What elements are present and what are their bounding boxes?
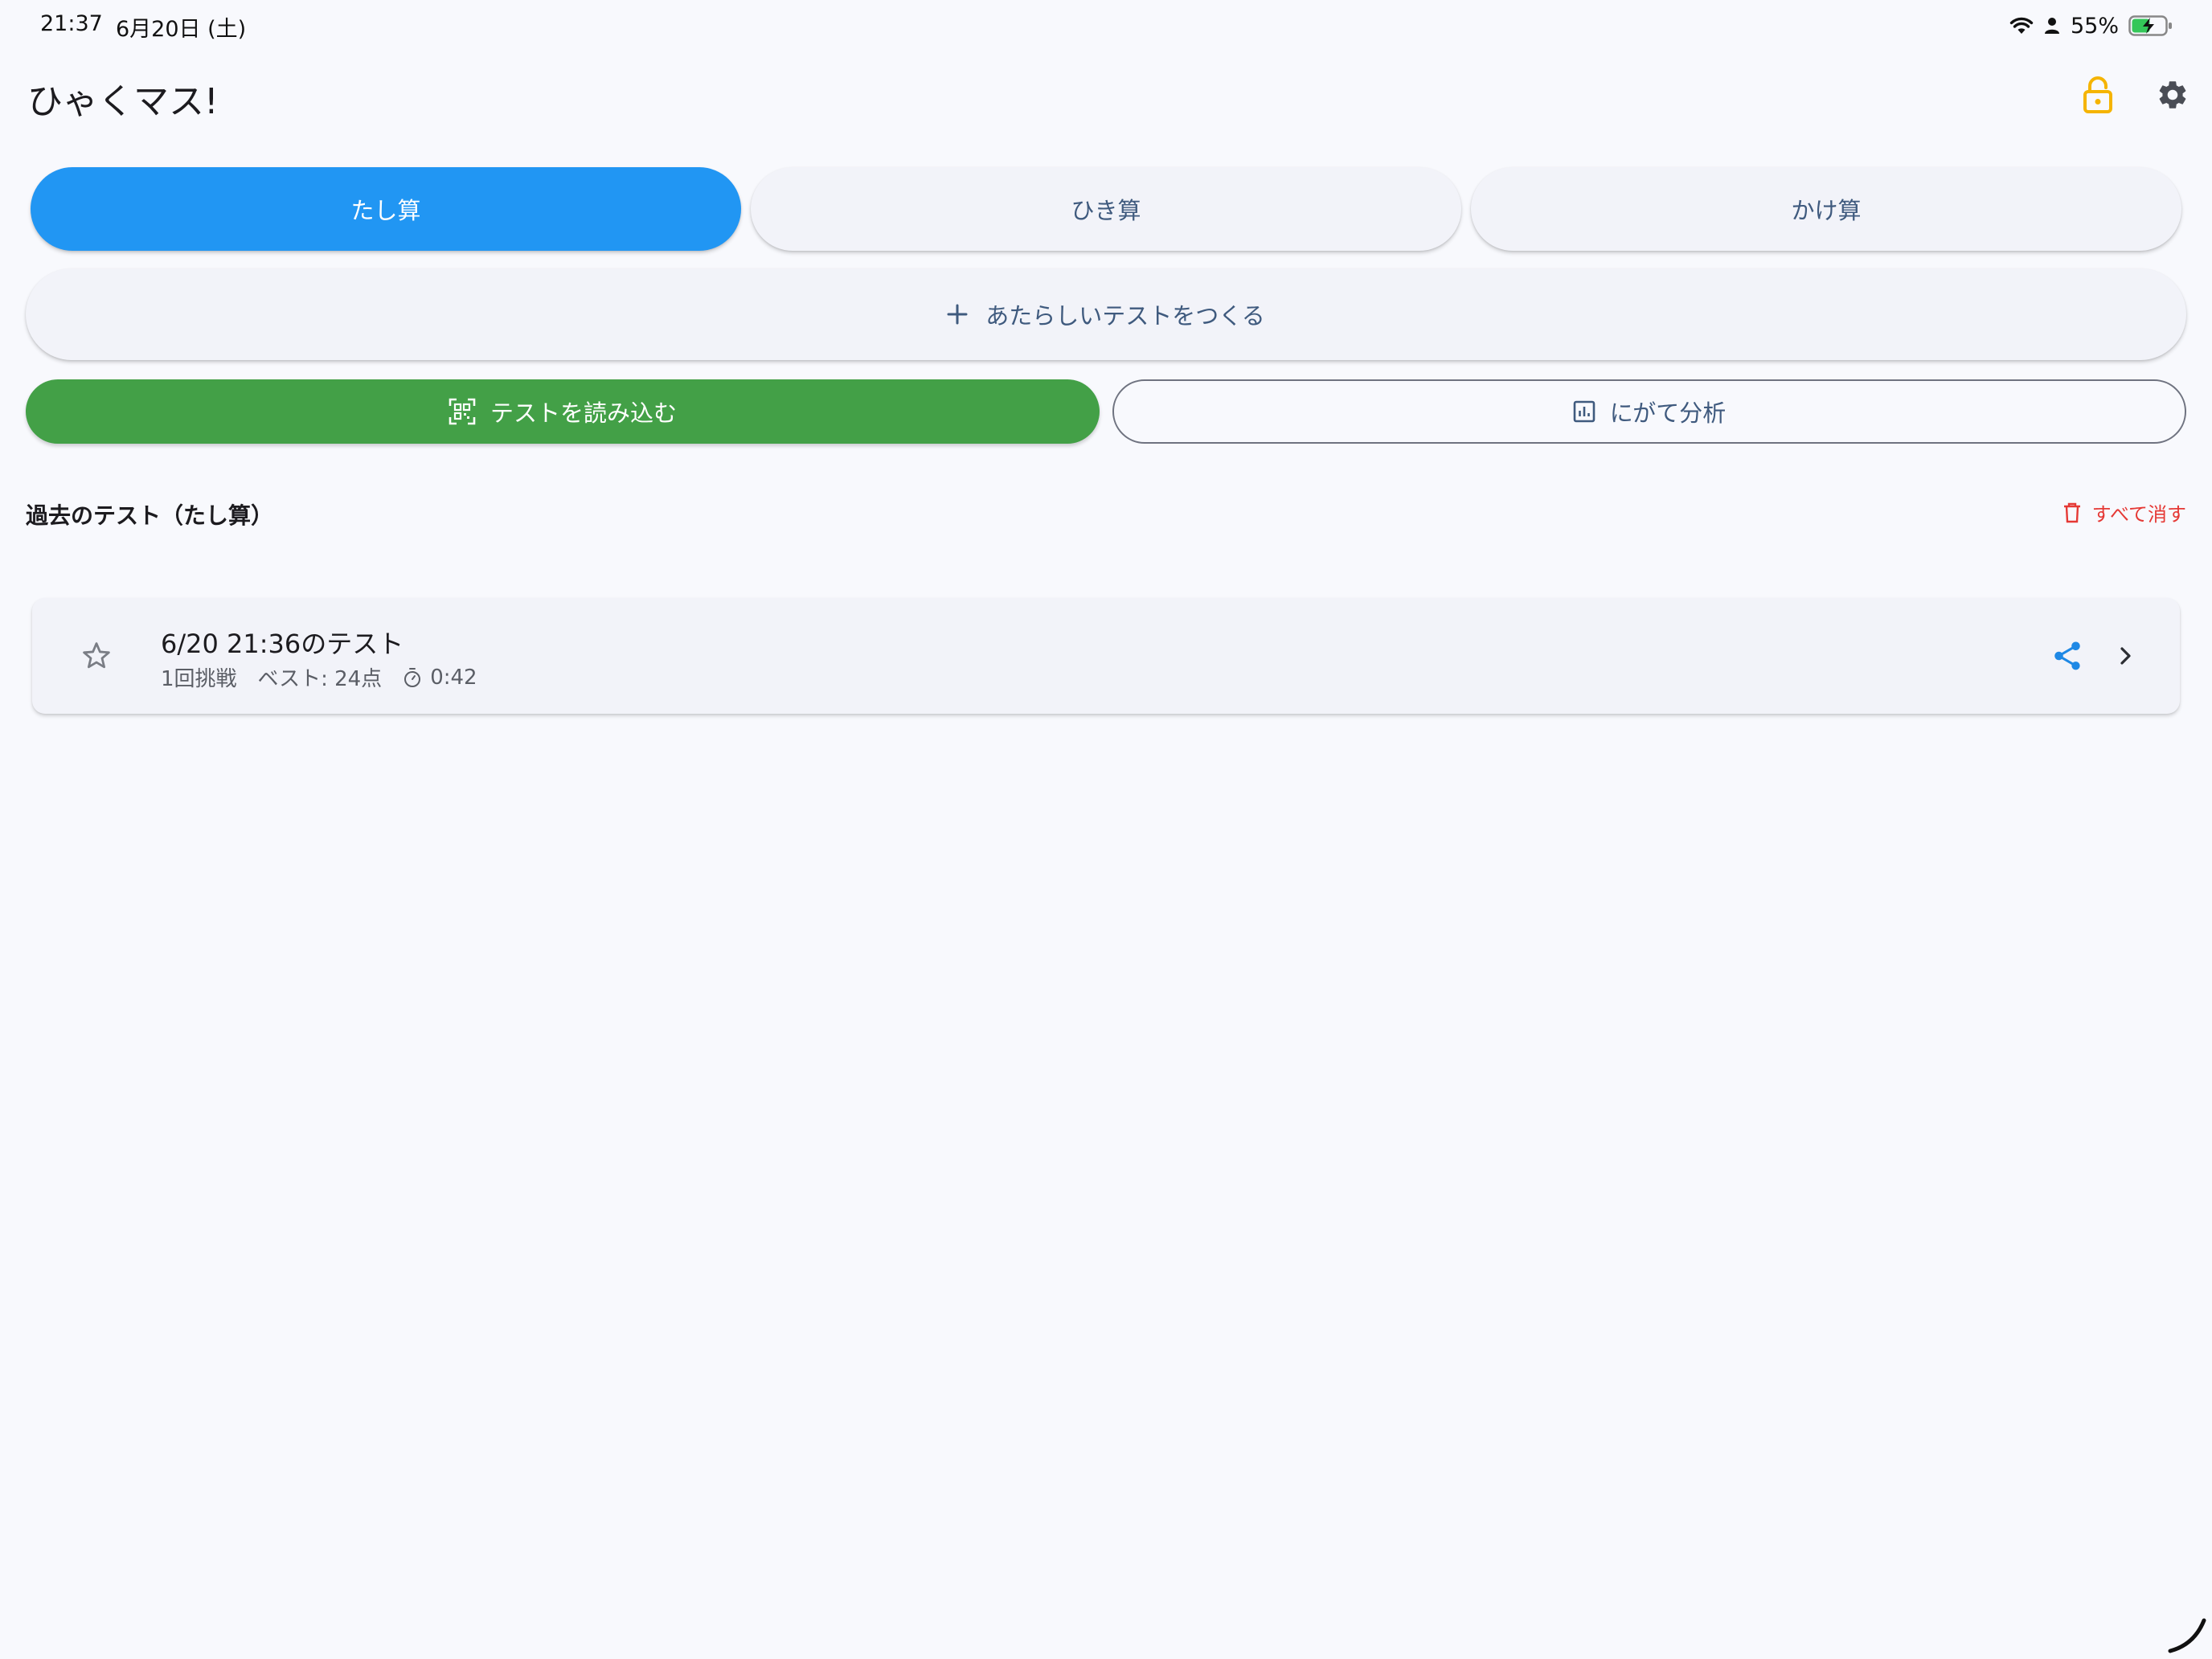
chart-icon (1573, 400, 1596, 423)
clear-all-label: すべて消す (2091, 503, 2186, 526)
status-bar: 21:37 6月20日 (土) 55% (0, 0, 2212, 51)
share-button[interactable] (2043, 632, 2091, 680)
new-test-label: あたらしいテストをつくる (985, 302, 1265, 330)
history-section-title: 過去のテスト（たし算） (26, 502, 274, 529)
battery-percent: 55% (2070, 13, 2119, 39)
star-outline-icon (83, 642, 110, 669)
tab-addition[interactable]: たし算 (31, 167, 741, 251)
app-screen: 21:37 6月20日 (土) 55% ひゃくマス! たし算 ひき算 かけ算 あ… (0, 0, 2212, 1659)
qr-scan-icon (449, 398, 476, 425)
attempt-count: 1回挑戦 (161, 667, 237, 691)
tab-multiplication[interactable]: かけ算 (1471, 167, 2181, 251)
person-icon (2043, 16, 2061, 35)
scan-test-button[interactable]: テストを読み込む (26, 379, 1100, 444)
status-time: 21:37 (40, 11, 103, 36)
list-item[interactable]: 6/20 21:36のテスト 1回挑戦 ベスト: 24点 0:42 (32, 598, 2180, 714)
wifi-icon (2009, 16, 2034, 35)
scan-test-label: テストを読み込む (490, 399, 677, 427)
lock-open-icon (2083, 76, 2112, 113)
trash-icon (2063, 502, 2080, 522)
status-date: 6月20日 (土) (116, 17, 247, 42)
battery-charging-icon (2128, 14, 2173, 37)
elapsed-time: 0:42 (430, 665, 477, 690)
test-title: 6/20 21:36のテスト (161, 629, 404, 659)
settings-button[interactable] (2152, 74, 2194, 116)
share-icon (2054, 641, 2080, 670)
best-score: ベスト: 24点 (257, 667, 383, 691)
weakness-analysis-button[interactable]: にがて分析 (1112, 379, 2186, 444)
open-test-button[interactable] (2101, 632, 2149, 680)
app-title: ひゃくマス! (27, 81, 219, 122)
test-meta: 1回挑戦 ベスト: 24点 0:42 (161, 662, 477, 692)
favorite-button[interactable] (74, 633, 119, 678)
new-test-button[interactable]: あたらしいテストをつくる (26, 268, 2186, 360)
clear-all-button[interactable]: すべて消す (2063, 498, 2186, 526)
status-indicators: 55% (2009, 10, 2173, 42)
gear-icon (2159, 81, 2186, 109)
plus-icon (947, 304, 968, 325)
stopwatch-icon (404, 667, 421, 687)
tab-subtraction[interactable]: ひき算 (751, 167, 1461, 251)
chevron-right-icon (2120, 647, 2131, 665)
weakness-analysis-label: にがて分析 (1609, 399, 1727, 427)
lock-button[interactable] (2077, 74, 2119, 116)
corner-handle-icon (2168, 1618, 2206, 1653)
